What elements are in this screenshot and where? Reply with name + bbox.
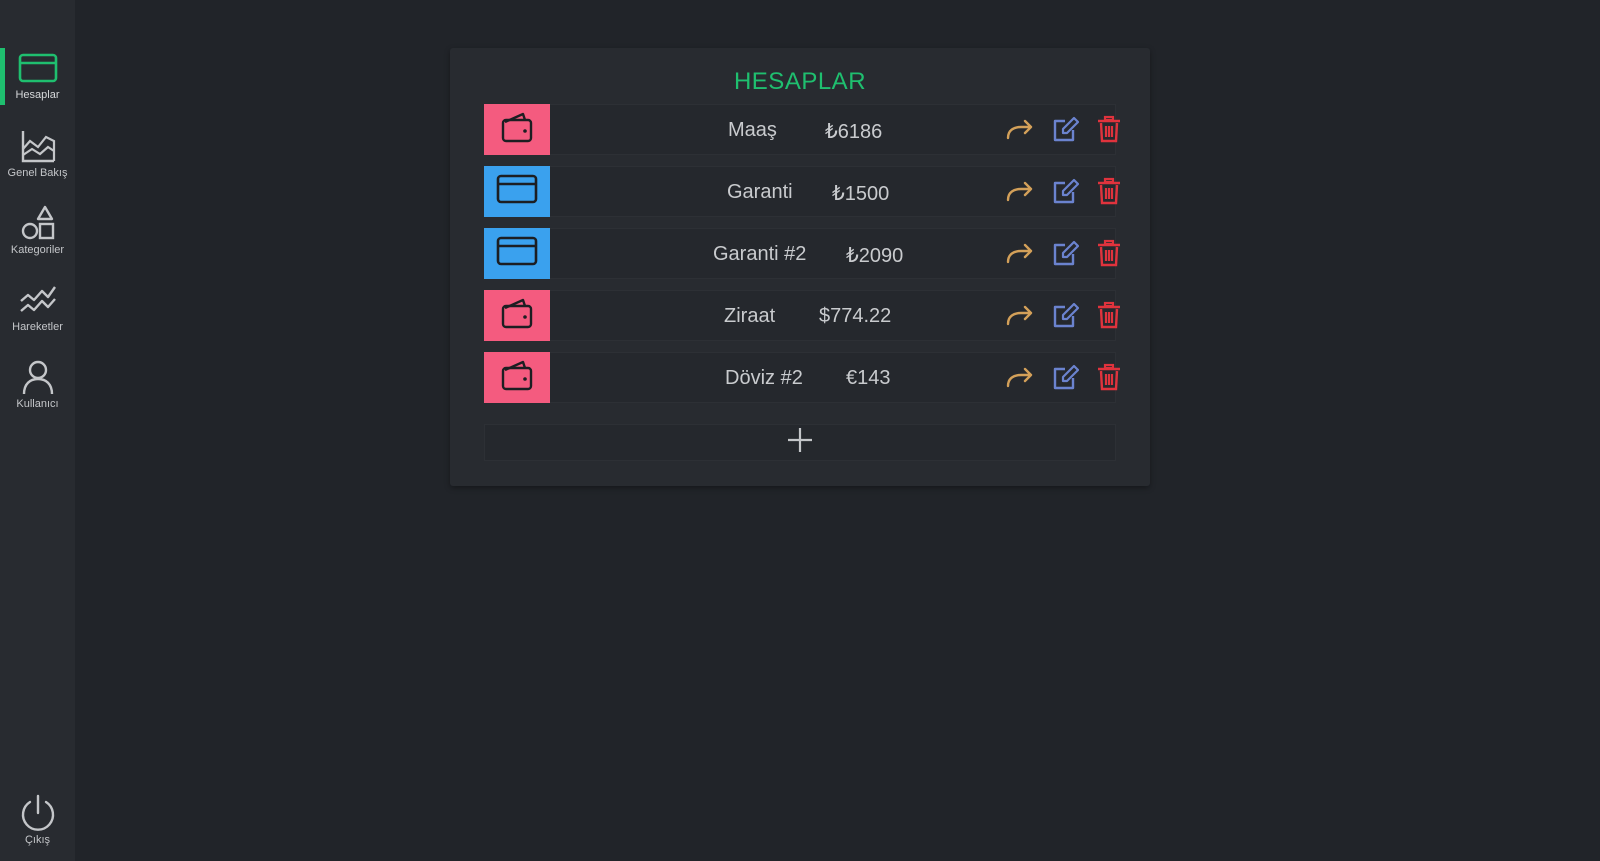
- edit-icon: [1051, 177, 1080, 210]
- trash-icon: [1096, 239, 1122, 272]
- share-arrow-icon: [1005, 240, 1035, 271]
- delete-button[interactable]: [1094, 239, 1124, 272]
- transfer-button[interactable]: [1005, 365, 1035, 393]
- account-row: Garanti ₺1500: [484, 166, 1120, 217]
- trash-icon: [1096, 363, 1122, 396]
- sidebar-item-label: Hesaplar: [15, 89, 60, 101]
- edit-button[interactable]: [1050, 301, 1080, 334]
- delete-button[interactable]: [1094, 115, 1124, 148]
- edit-icon: [1051, 115, 1080, 148]
- credit-card-icon: [496, 235, 538, 272]
- share-arrow-icon: [1005, 302, 1035, 333]
- transfer-button[interactable]: [1005, 303, 1035, 331]
- account-amount: ₺1500: [832, 183, 890, 205]
- edit-button[interactable]: [1050, 177, 1080, 210]
- sidebar-item-label: Hareketler: [12, 321, 63, 333]
- delete-button[interactable]: [1094, 177, 1124, 210]
- credit-card-icon: [16, 48, 60, 88]
- share-arrow-icon: [1005, 364, 1035, 395]
- account-badge: [484, 166, 550, 217]
- transfer-button[interactable]: [1005, 117, 1035, 145]
- account-amount: ₺6186: [825, 121, 883, 143]
- plus-icon: [786, 426, 814, 459]
- trash-icon: [1096, 115, 1122, 148]
- power-icon: [16, 793, 60, 833]
- sidebar-item-hareketler[interactable]: Hareketler: [0, 280, 75, 342]
- edit-icon: [1051, 239, 1080, 272]
- share-arrow-icon: [1005, 116, 1035, 147]
- area-chart-icon: [16, 126, 60, 166]
- account-row: Döviz #2 €143: [484, 352, 1120, 403]
- delete-button[interactable]: [1094, 363, 1124, 396]
- account-amount: $774.22: [819, 305, 892, 327]
- share-arrow-icon: [1005, 178, 1035, 209]
- account-name: Maaş: [728, 119, 777, 141]
- accounts-panel: HESAPLAR Maaş ₺6186 Garanti ₺1500 Garant…: [450, 48, 1150, 486]
- account-name: Garanti: [727, 181, 793, 203]
- edit-button[interactable]: [1050, 363, 1080, 396]
- account-badge: [484, 228, 550, 279]
- shapes-icon: [16, 203, 60, 243]
- account-row: Garanti #2 ₺2090: [484, 228, 1120, 279]
- account-badge: [484, 104, 550, 155]
- credit-card-icon: [496, 173, 538, 210]
- wallet-icon: [499, 296, 535, 335]
- sidebar-item-label: Genel Bakış: [7, 167, 68, 179]
- page-title: HESAPLAR: [733, 68, 867, 95]
- edit-icon: [1051, 363, 1080, 396]
- sidebar-item-kullanici[interactable]: Kullanıcı: [0, 357, 75, 419]
- account-amount: ₺2090: [846, 245, 904, 267]
- logout-label: Çıkış: [24, 834, 51, 846]
- account-row: Ziraat $774.22: [484, 290, 1120, 341]
- edit-button[interactable]: [1050, 115, 1080, 148]
- account-amount: €143: [846, 367, 891, 389]
- wallet-icon: [499, 358, 535, 397]
- sidebar-item-label: Kullanıcı: [16, 398, 59, 410]
- account-row: Maaş ₺6186: [484, 104, 1120, 155]
- sidebar-item-label: Kategoriler: [10, 244, 65, 256]
- account-badge: [484, 290, 550, 341]
- sidebar: Hesaplar Genel Bakış Kategoriler Hareket…: [0, 0, 75, 861]
- transfer-button[interactable]: [1005, 241, 1035, 269]
- sidebar-item-hesaplar[interactable]: Hesaplar: [0, 48, 75, 110]
- account-name: Ziraat: [724, 305, 776, 327]
- account-name: Garanti #2: [713, 243, 807, 265]
- edit-button[interactable]: [1050, 239, 1080, 272]
- wallet-icon: [499, 110, 535, 149]
- sidebar-item-kategoriler[interactable]: Kategoriler: [0, 203, 75, 265]
- edit-icon: [1051, 301, 1080, 334]
- logout-button[interactable]: Çıkış: [0, 793, 75, 855]
- sidebar-item-genel-bakis[interactable]: Genel Bakış: [0, 126, 75, 188]
- delete-button[interactable]: [1094, 301, 1124, 334]
- user-icon: [16, 357, 60, 397]
- account-name: Döviz #2: [725, 367, 803, 389]
- account-badge: [484, 352, 550, 403]
- activity-lines-icon: [16, 280, 60, 320]
- add-account-button[interactable]: [484, 424, 1116, 461]
- trash-icon: [1096, 301, 1122, 334]
- trash-icon: [1096, 177, 1122, 210]
- transfer-button[interactable]: [1005, 179, 1035, 207]
